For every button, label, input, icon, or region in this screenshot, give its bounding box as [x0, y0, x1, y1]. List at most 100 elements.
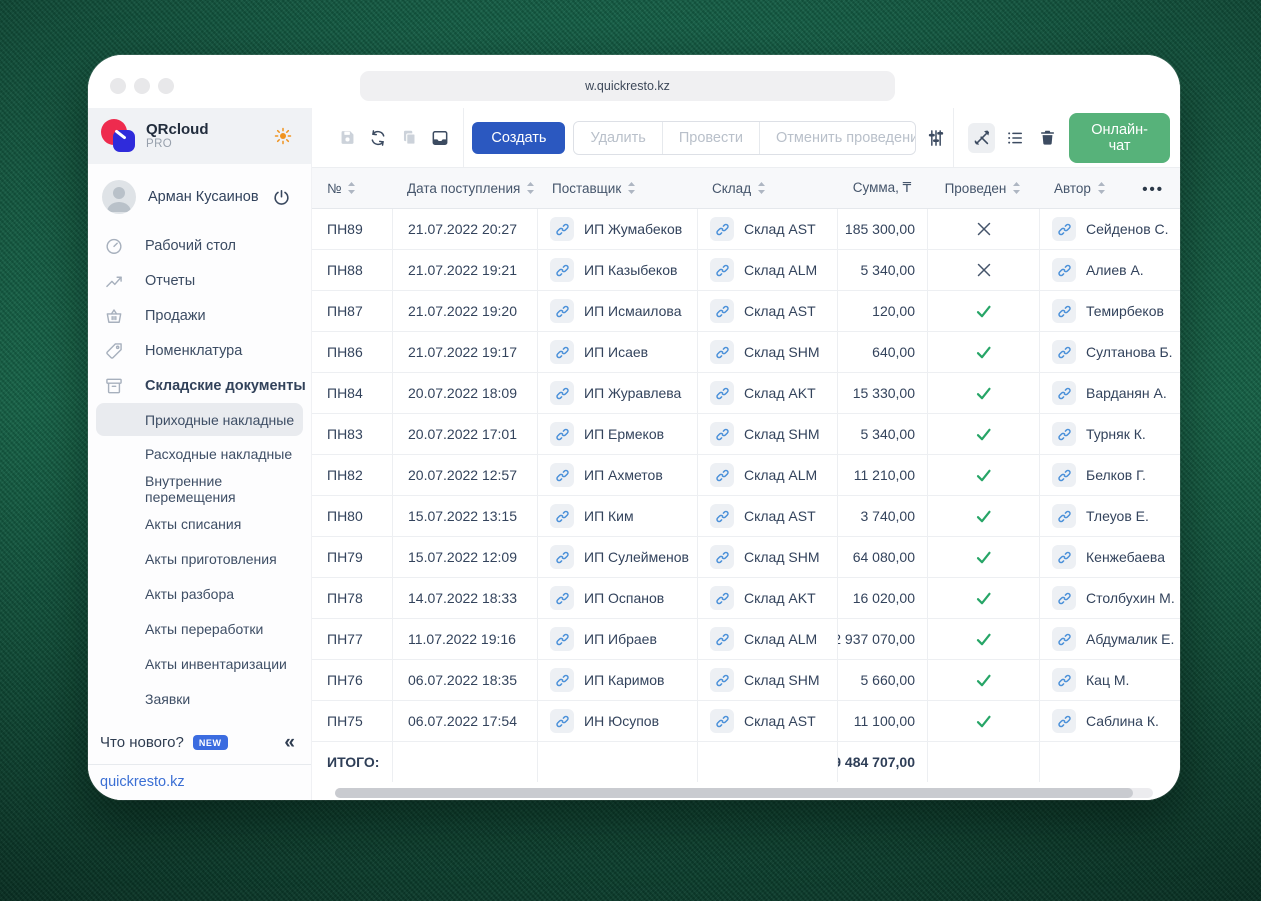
- sidebar-item-nomenclature[interactable]: Номенклатура: [88, 333, 311, 368]
- link-icon[interactable]: [1052, 217, 1076, 241]
- sidebar-item-reports[interactable]: Отчеты: [88, 263, 311, 298]
- link-icon[interactable]: [1052, 381, 1076, 405]
- post-button[interactable]: Провести: [662, 122, 759, 154]
- sidebar-item-alcohol[interactable]: Алкоголь: [88, 716, 311, 727]
- collapse-sidebar-icon[interactable]: «: [284, 733, 295, 752]
- column-header[interactable]: Склад: [697, 168, 837, 208]
- column-header[interactable]: Поставщик: [537, 168, 697, 208]
- sidebar-subitem[interactable]: Расходные накладные: [88, 436, 311, 471]
- table-row[interactable]: ПН76 06.07.2022 18:35 ИП Каримов Склад S…: [312, 660, 1180, 701]
- link-icon[interactable]: [1052, 258, 1076, 282]
- link-icon[interactable]: [550, 545, 574, 569]
- link-icon[interactable]: [1052, 422, 1076, 446]
- user-row[interactable]: Арман Кусаинов: [88, 174, 311, 220]
- table-row[interactable]: ПН77 11.07.2022 19:16 ИП Ибраев Склад AL…: [312, 619, 1180, 660]
- table-row[interactable]: ПН78 14.07.2022 18:33 ИП Оспанов Склад A…: [312, 578, 1180, 619]
- link-icon[interactable]: [1052, 709, 1076, 733]
- window-maximize-button[interactable]: [158, 78, 174, 94]
- link-icon[interactable]: [550, 258, 574, 282]
- link-icon[interactable]: [550, 627, 574, 651]
- delete-button[interactable]: Удалить: [574, 122, 661, 154]
- table-row[interactable]: ПН88 21.07.2022 19:21 ИП Казыбеков Склад…: [312, 250, 1180, 291]
- sidebar-subitem[interactable]: Акты инвентаризации: [88, 646, 311, 681]
- whats-new-link[interactable]: Что нового?: [100, 734, 184, 751]
- online-chat-button[interactable]: Онлайн-чат: [1069, 113, 1170, 163]
- window-controls[interactable]: [110, 78, 174, 94]
- link-icon[interactable]: [710, 340, 734, 364]
- link-icon[interactable]: [550, 340, 574, 364]
- link-icon[interactable]: [1052, 504, 1076, 528]
- unpost-button[interactable]: Отменить проведение: [759, 122, 916, 154]
- column-header[interactable]: №: [312, 168, 392, 208]
- sidebar-subitem[interactable]: Акты переработки: [88, 611, 311, 646]
- create-button[interactable]: Создать: [472, 122, 565, 154]
- link-icon[interactable]: [550, 709, 574, 733]
- sidebar-subitem[interactable]: Заявки: [88, 681, 311, 716]
- link-icon[interactable]: [550, 504, 574, 528]
- trash-icon[interactable]: [1034, 123, 1061, 153]
- table-row[interactable]: ПН84 20.07.2022 18:09 ИП Журавлева Склад…: [312, 373, 1180, 414]
- theme-sun-icon[interactable]: [273, 126, 293, 146]
- link-icon[interactable]: [710, 668, 734, 692]
- sidebar-item-dashboard[interactable]: Рабочий стол: [88, 228, 311, 263]
- window-close-button[interactable]: [110, 78, 126, 94]
- link-icon[interactable]: [710, 586, 734, 610]
- link-icon[interactable]: [550, 299, 574, 323]
- site-link[interactable]: quickresto.kz: [100, 774, 185, 791]
- link-icon[interactable]: [550, 422, 574, 446]
- link-icon[interactable]: [550, 217, 574, 241]
- link-icon[interactable]: [550, 463, 574, 487]
- link-icon[interactable]: [710, 381, 734, 405]
- link-icon[interactable]: [1052, 668, 1076, 692]
- link-icon[interactable]: [550, 668, 574, 692]
- column-header[interactable]: Сумма, ₸: [837, 168, 927, 208]
- link-icon[interactable]: [710, 627, 734, 651]
- table-row[interactable]: ПН87 21.07.2022 19:20 ИП Исмаилова Склад…: [312, 291, 1180, 332]
- sidebar-subitem[interactable]: Акты списания: [88, 506, 311, 541]
- sliders-icon[interactable]: [922, 123, 949, 153]
- column-header[interactable]: Проведен: [927, 168, 1039, 208]
- link-icon[interactable]: [550, 381, 574, 405]
- link-icon[interactable]: [1052, 299, 1076, 323]
- table-row[interactable]: ПН83 20.07.2022 17:01 ИП Ермеков Склад S…: [312, 414, 1180, 455]
- table-row[interactable]: ПН86 21.07.2022 19:17 ИП Исаев Склад SHM…: [312, 332, 1180, 373]
- link-icon[interactable]: [550, 586, 574, 610]
- address-bar[interactable]: w.quickresto.kz: [360, 71, 895, 101]
- link-icon[interactable]: [710, 709, 734, 733]
- sidebar-subitem[interactable]: Акты приготовления: [88, 541, 311, 576]
- table-row[interactable]: ПН79 15.07.2022 12:09 ИП Сулейменов Скла…: [312, 537, 1180, 578]
- save-icon[interactable]: [335, 125, 359, 151]
- table-row[interactable]: ПН75 06.07.2022 17:54 ИН Юсупов Склад AS…: [312, 701, 1180, 742]
- scrollbar-thumb[interactable]: [335, 788, 1133, 798]
- link-icon[interactable]: [710, 545, 734, 569]
- table-row[interactable]: ПН80 15.07.2022 13:15 ИП Ким Склад AST 3…: [312, 496, 1180, 537]
- sidebar-item-warehouse-docs[interactable]: Складские документы: [88, 368, 311, 403]
- list-icon[interactable]: [1001, 123, 1028, 153]
- window-minimize-button[interactable]: [134, 78, 150, 94]
- tray-icon[interactable]: [428, 125, 452, 151]
- horizontal-scrollbar[interactable]: [335, 788, 1153, 798]
- sidebar-item-sales[interactable]: Продажи: [88, 298, 311, 333]
- link-icon[interactable]: [710, 217, 734, 241]
- link-icon[interactable]: [1052, 627, 1076, 651]
- sidebar-subitem[interactable]: Внутренние перемещения: [88, 471, 311, 506]
- column-settings-button[interactable]: •••: [1142, 168, 1164, 210]
- link-icon[interactable]: [1052, 340, 1076, 364]
- refresh-icon[interactable]: [366, 125, 390, 151]
- table-row[interactable]: ПН82 20.07.2022 12:57 ИП Ахметов Склад A…: [312, 455, 1180, 496]
- link-icon[interactable]: [710, 258, 734, 282]
- sidebar-subitem[interactable]: Акты разбора: [88, 576, 311, 611]
- link-icon[interactable]: [710, 422, 734, 446]
- sidebar-subitem[interactable]: Приходные накладные: [96, 403, 303, 436]
- tools-icon[interactable]: [968, 123, 995, 153]
- link-icon[interactable]: [710, 504, 734, 528]
- column-header[interactable]: Дата поступления: [392, 168, 537, 208]
- link-icon[interactable]: [1052, 545, 1076, 569]
- logout-power-icon[interactable]: [272, 188, 291, 207]
- table-row[interactable]: ПН89 21.07.2022 20:27 ИП Жумабеков Склад…: [312, 209, 1180, 250]
- link-icon[interactable]: [710, 463, 734, 487]
- link-icon[interactable]: [1052, 586, 1076, 610]
- link-icon[interactable]: [710, 299, 734, 323]
- copy-icon[interactable]: [397, 125, 421, 151]
- link-icon[interactable]: [1052, 463, 1076, 487]
